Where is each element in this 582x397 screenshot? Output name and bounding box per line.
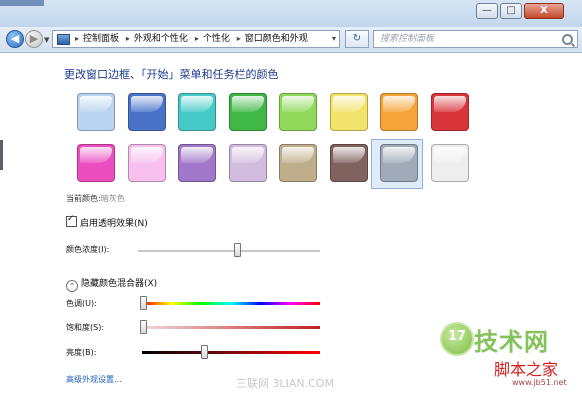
swatch-gloss — [434, 147, 466, 164]
navigation-bar: ◀ ▶ ▼ ▸ 控制面板 ▸ 外观和个性化 ▸ 个性化 ▸ 窗口颜色和外观 ▾ ↻ 搜索… — [0, 27, 582, 53]
hue-slider-thumb[interactable] — [140, 296, 147, 310]
color-swatch-sky[interactable] — [77, 93, 115, 131]
swatch-gloss — [181, 96, 213, 113]
minimize-icon: — — [482, 5, 492, 16]
page-title: 更改窗口边框、「开始」菜单和任务栏的颜色 — [64, 68, 279, 81]
transparency-label: 启用透明效果(N) — [80, 219, 148, 229]
swatch-gloss — [80, 96, 112, 113]
color-swatch-tangerine[interactable] — [380, 93, 418, 131]
transparency-checkbox[interactable]: ✓ — [66, 214, 77, 227]
maximize-icon: □ — [506, 5, 516, 16]
hue-label: 色调(U): — [66, 299, 97, 308]
color-swatch-lemon[interactable] — [330, 93, 368, 131]
back-button[interactable]: ◀ — [6, 30, 24, 48]
color-swatch-taupe[interactable] — [279, 144, 317, 182]
history-dropdown-icon[interactable]: ▼ — [44, 36, 49, 44]
current-color-value: 暗灰色 — [100, 194, 125, 203]
title-bar: — □ X — [0, 0, 582, 27]
refresh-button[interactable]: ↻ — [345, 30, 369, 48]
breadcrumb: ▸ 控制面板 ▸ 外观和个性化 ▸ 个性化 ▸ 窗口颜色和外观 — [71, 31, 308, 47]
swatch-gloss — [282, 96, 314, 113]
back-arrow-icon: ◀ — [10, 32, 20, 45]
swatch-gloss — [434, 96, 466, 113]
color-swatch-leaf[interactable] — [229, 93, 267, 131]
swatch-gloss — [80, 147, 112, 164]
address-dropdown-icon[interactable]: ▾ — [332, 31, 336, 47]
forward-button[interactable]: ▶ — [25, 30, 43, 48]
color-mixer-label: 隐藏颜色混合器(X) — [81, 279, 158, 289]
control-panel-icon — [57, 34, 70, 45]
close-button[interactable]: X — [524, 3, 564, 19]
brightness-track[interactable] — [142, 351, 320, 354]
transparency-option[interactable]: ✓ 启用透明效果(N) — [66, 214, 148, 229]
color-swatch-frost[interactable] — [431, 144, 469, 182]
close-icon: X — [540, 5, 548, 16]
color-mixer-toggle[interactable]: ⌃ 隐藏颜色混合器(X) — [66, 276, 157, 292]
checkmark-icon: ✓ — [67, 214, 75, 224]
saturation-label: 饱和度(S): — [66, 323, 105, 332]
swatch-gloss — [333, 147, 365, 164]
title-bar-accent — [0, 0, 44, 6]
color-swatch-lime[interactable] — [279, 93, 317, 131]
search-input[interactable]: 搜索控制面板 — [373, 30, 578, 48]
forward-arrow-icon: ▶ — [29, 32, 39, 45]
brightness-slider-thumb[interactable] — [201, 345, 208, 359]
swatch-gloss — [333, 96, 365, 113]
watermark-url: www.jb51.net — [512, 378, 567, 387]
color-swatch-chocolate[interactable] — [330, 144, 368, 182]
collapse-icon: ⌃ — [66, 280, 78, 292]
color-swatch-sea[interactable] — [178, 93, 216, 131]
color-swatch-slate[interactable] — [380, 144, 418, 182]
advanced-appearance-link[interactable]: 高级外观设置... — [66, 374, 122, 385]
breadcrumb-item[interactable]: 个性化 — [203, 34, 230, 44]
saturation-track[interactable] — [142, 326, 320, 329]
refresh-icon: ↻ — [352, 33, 362, 44]
color-swatch-violet[interactable] — [178, 144, 216, 182]
swatch-gloss — [383, 147, 415, 164]
color-swatch-fuchsia[interactable] — [77, 144, 115, 182]
brightness-label: 亮度(B): — [66, 348, 97, 357]
current-color: 当前颜色:暗灰色 — [66, 193, 125, 204]
saturation-slider-thumb[interactable] — [140, 320, 147, 334]
search-placeholder: 搜索控制面板 — [380, 34, 435, 44]
color-swatch-lavender[interactable] — [229, 144, 267, 182]
breadcrumb-separator: ▸ — [125, 34, 130, 43]
swatch-gloss — [232, 96, 264, 113]
swatch-gloss — [131, 96, 163, 113]
color-swatch-ruby[interactable] — [431, 93, 469, 131]
swatch-gloss — [131, 147, 163, 164]
swatch-gloss — [181, 147, 213, 164]
watermark-sub: 脚本之家 — [494, 360, 559, 379]
swatch-gloss — [282, 147, 314, 164]
address-bar[interactable]: ▸ 控制面板 ▸ 外观和个性化 ▸ 个性化 ▸ 窗口颜色和外观 ▾ — [52, 30, 340, 48]
breadcrumb-separator: ▸ — [75, 34, 80, 43]
swatch-gloss — [383, 96, 415, 113]
intensity-label: 颜色浓度(I): — [66, 245, 110, 254]
current-color-label: 当前颜色: — [66, 194, 101, 203]
watermark-logo: 17 — [440, 322, 474, 356]
breadcrumb-separator: ▸ — [236, 34, 241, 43]
color-swatch-blush[interactable] — [128, 144, 166, 182]
maximize-button[interactable]: □ — [500, 3, 522, 19]
watermark-logo-text: 17 — [447, 329, 467, 344]
window-edge — [0, 140, 3, 170]
intensity-slider-thumb[interactable] — [234, 243, 241, 257]
breadcrumb-item[interactable]: 控制面板 — [83, 34, 119, 44]
watermark-center: 三联网 3LIAN.COM — [236, 377, 334, 390]
breadcrumb-separator: ▸ — [194, 34, 199, 43]
search-icon — [562, 34, 573, 45]
minimize-button[interactable]: — — [476, 3, 498, 19]
color-swatch-twilight[interactable] — [128, 93, 166, 131]
breadcrumb-item[interactable]: 窗口颜色和外观 — [245, 34, 308, 44]
intensity-track[interactable] — [138, 250, 320, 252]
watermark-tech: 技术网 — [474, 328, 549, 356]
hue-track[interactable] — [142, 302, 320, 305]
breadcrumb-item[interactable]: 外观和个性化 — [134, 34, 188, 44]
swatch-gloss — [232, 147, 264, 164]
